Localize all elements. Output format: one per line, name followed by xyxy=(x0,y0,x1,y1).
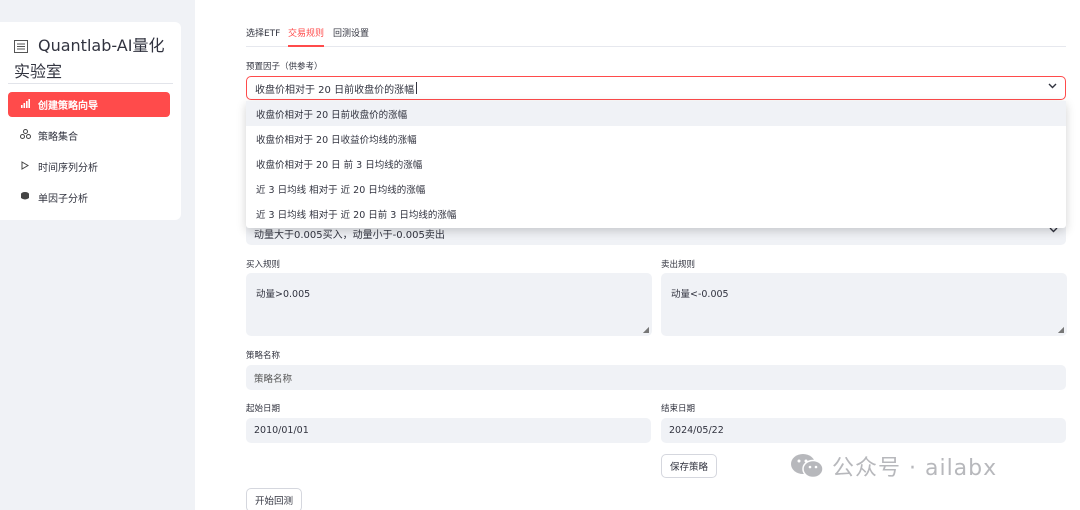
dropdown-option[interactable]: 近 3 日均线 相对于 近 20 日均线的涨幅 xyxy=(246,176,1066,201)
document-icon xyxy=(14,36,30,60)
text-caret xyxy=(416,82,418,94)
resize-handle-icon[interactable]: ◢ xyxy=(643,325,649,334)
dropdown-option[interactable]: 近 3 日均线 相对于 近 20 日前 3 日均线的涨幅 xyxy=(246,201,1066,226)
strategy-name-label: 策略名称 xyxy=(246,351,281,361)
factor-select-value: 收盘价相对于 20 日前收盘价的涨幅 xyxy=(255,84,415,96)
strategy-name-placeholder: 策略名称 xyxy=(254,373,293,385)
resize-handle-icon[interactable]: ◢ xyxy=(1058,325,1064,334)
app-title: Quantlab-AI量化实验室 xyxy=(14,34,174,84)
factor-dropdown-menu: 收盘价相对于 20 日前收盘价的涨幅 收盘价相对于 20 日收益价均线的涨幅 收… xyxy=(246,101,1066,228)
tab-trading-rules[interactable]: 交易规则 xyxy=(288,27,325,47)
chevron-down-icon xyxy=(1048,81,1057,92)
sidebar-item-time-series[interactable]: 时间序列分析 xyxy=(8,154,170,179)
sidebar-item-single-factor[interactable]: 单因子分析 xyxy=(8,185,170,210)
sidebar-item-label: 时间序列分析 xyxy=(38,163,98,174)
factor-select[interactable]: 收盘价相对于 20 日前收盘价的涨幅 xyxy=(246,76,1066,100)
end-date-label: 结束日期 xyxy=(661,404,696,414)
buy-rule-value: 动量>0.005 xyxy=(256,289,311,300)
tab-backtest-settings[interactable]: 回测设置 xyxy=(333,27,369,45)
buy-rule-textarea[interactable]: 动量>0.005 ◢ xyxy=(246,273,652,336)
sidebar-item-strategy-collection[interactable]: 策略集合 xyxy=(8,123,170,148)
dropdown-option[interactable]: 收盘价相对于 20 日前收盘价的涨幅 xyxy=(246,101,1066,126)
coins-icon xyxy=(18,191,32,204)
start-date-value: 2010/01/01 xyxy=(254,425,309,436)
sell-rule-value: 动量<-0.005 xyxy=(671,289,729,300)
start-date-input[interactable]: 2010/01/01 xyxy=(246,418,651,443)
sidebar-item-label: 单因子分析 xyxy=(38,194,88,205)
strategy-name-input[interactable]: 策略名称 xyxy=(246,365,1066,390)
sidebar-nav: 创建策略向导 策略集合 时间序列分析 单因子分析 xyxy=(8,92,170,216)
sidebar-item-label: 创建策略向导 xyxy=(38,101,98,112)
sidebar-item-label: 策略集合 xyxy=(38,132,78,143)
cluster-icon xyxy=(18,129,32,142)
factor-label: 预置因子（供参考） xyxy=(246,62,323,72)
wechat-icon xyxy=(790,453,824,479)
end-date-value: 2024/05/22 xyxy=(669,425,724,436)
dropdown-option[interactable]: 收盘价相对于 20 日收益价均线的涨幅 xyxy=(246,126,1066,151)
dropdown-option[interactable]: 收盘价相对于 20 日 前 3 日均线的涨幅 xyxy=(246,151,1066,176)
tab-bar: 选择ETF 交易规则 回测设置 xyxy=(246,27,1066,47)
sell-rule-textarea[interactable]: 动量<-0.005 ◢ xyxy=(661,273,1067,336)
sidebar-item-create-strategy[interactable]: 创建策略向导 xyxy=(8,92,170,117)
save-strategy-button[interactable]: 保存策略 xyxy=(661,454,717,478)
buy-rule-label: 买入规则 xyxy=(246,260,281,270)
bar-chart-icon xyxy=(18,98,32,111)
sidebar-divider xyxy=(8,83,173,84)
app-title-text: Quantlab-AI量化实验室 xyxy=(14,36,165,81)
tab-select-etf[interactable]: 选择ETF xyxy=(246,27,280,45)
watermark: 公众号 · ailabx xyxy=(790,450,997,482)
play-icon xyxy=(18,160,32,173)
end-date-input[interactable]: 2024/05/22 xyxy=(661,418,1066,443)
sidebar: Quantlab-AI量化实验室 创建策略向导 策略集合 时间序列分析 单因子分 xyxy=(0,22,181,220)
watermark-text: 公众号 · ailabx xyxy=(832,456,998,481)
start-backtest-button[interactable]: 开始回测 xyxy=(246,488,302,510)
sell-rule-label: 卖出规则 xyxy=(661,260,696,270)
start-date-label: 起始日期 xyxy=(246,404,281,414)
